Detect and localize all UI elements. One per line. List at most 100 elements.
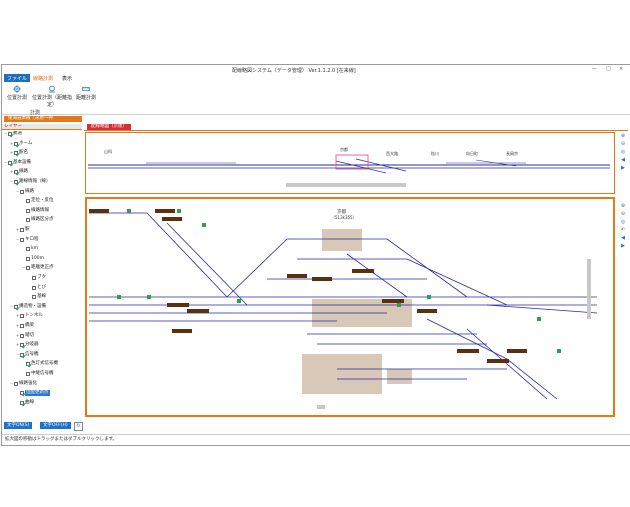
layer-checkbox[interactable] [14,304,18,309]
layer-tree-item[interactable]: 曲線 [16,400,34,406]
layer-checkbox[interactable] [20,333,24,338]
layer-checkbox[interactable] [20,228,24,232]
tab-line-main[interactable]: 東海道本線［米原～神 [4,116,82,122]
menu-file[interactable]: ファイル [4,74,31,82]
detail-vscroll[interactable] [587,259,591,319]
layer-label: 中継信号機 [31,371,54,376]
layer-checkbox[interactable] [8,132,12,136]
layer-tree-item[interactable]: + トンネル [16,313,43,319]
menu-view[interactable]: 表示 [59,75,75,82]
layer-label: 色灯式信号機 [31,361,58,367]
layer-tree-item[interactable]: ブク [28,275,46,281]
layer-label: 構造物・設備 [19,303,46,309]
layer-checkbox[interactable] [20,343,24,348]
detail-hscroll[interactable] [317,405,325,409]
layer-checkbox[interactable] [20,189,24,194]
layer-checkbox[interactable] [20,391,24,396]
layer-tree-item[interactable]: km [22,246,38,252]
minimize-button[interactable]: — [592,66,597,72]
layer-tree-item[interactable]: + 駅名 [10,150,28,156]
layer-tree-item[interactable]: 基線 [28,294,46,300]
layer-label: 線路強化 [19,380,37,386]
layer-checkbox[interactable] [14,170,18,175]
layer-tree-item[interactable]: − 基本設備 [4,160,31,166]
layer-checkbox[interactable] [20,237,24,242]
layer-checkbox[interactable] [26,247,30,252]
app-window: 配線略図システム（データ管理） Ver.1.1.2.0 [在来線] — □ × … [1,64,630,446]
fit-icon[interactable]: ◎ [620,149,627,156]
layer-tree: − 軌道 + ホーム + 駅名 − 基本設備 + 線路 − 路線情報（線） − 線路定位・反位線路情報線路… [2,131,82,421]
zoom-out-icon[interactable]: ⊖ [620,141,627,148]
layer-tree-item[interactable]: とび [28,285,46,291]
text-on-button[interactable]: 文字ON(S) [4,422,33,429]
layer-checkbox[interactable] [20,400,24,405]
refresh-icon[interactable]: ↻ [74,422,83,431]
layer-checkbox[interactable] [26,199,30,204]
layer-tree-item[interactable]: − 線路 [16,189,34,195]
layer-tree-item[interactable]: − 線路強化 [10,381,37,387]
position-measure-distance-button[interactable]: 位置計測（距離指定） [32,85,72,108]
maximize-button[interactable]: □ [606,66,611,72]
layer-checkbox[interactable] [26,208,30,213]
layer-tree-item[interactable]: + 分岐器 [16,342,39,348]
pan-left-icon[interactable]: ◀ [620,235,627,242]
layer-tree-item[interactable]: − 信号機 [16,352,39,358]
layer-checkbox[interactable] [14,141,18,146]
layer-tree-item[interactable]: + 線路 [10,169,28,175]
layer-tree-item[interactable]: − 路線情報（線） [10,179,51,185]
layer-tree-item[interactable]: − 構造物・設備 [10,304,46,310]
layer-tree-item[interactable]: − 距離更正点 [22,265,54,271]
text-off-button[interactable]: 文字OFF(H) [40,422,71,429]
layer-checkbox[interactable] [14,151,18,156]
layer-panel-header: レイヤー [2,124,82,130]
layer-checkbox[interactable] [20,352,24,357]
fit-icon[interactable]: ◎ [620,219,627,226]
labels-cluster [89,209,527,363]
overview-scrollbar[interactable] [286,183,406,187]
layer-checkbox[interactable] [32,276,36,280]
layer-checkbox[interactable] [14,381,18,386]
zoom-in-icon[interactable]: ⊕ [620,203,627,210]
layer-label: 基本設備 [13,159,31,165]
layer-checkbox[interactable] [20,324,24,328]
back-icon[interactable]: ↶ [620,227,627,234]
pan-right-icon[interactable]: ▶ [620,165,627,172]
layer-tree-item[interactable]: − キロ程 [16,237,39,243]
overview-map[interactable]: 山科 京都 西大路 桂川 向日町 長岡京 [85,132,615,194]
layer-tree-item[interactable]: 線路情報 [22,208,49,214]
zoom-in-icon[interactable]: ⊕ [620,133,627,140]
layer-checkbox[interactable] [26,218,30,223]
layer-checkbox[interactable] [32,285,36,290]
layer-label: 踏切 [25,332,34,338]
pan-left-icon[interactable]: ◀ [620,157,627,164]
detail-map[interactable]: 京都 （513k355） [85,197,615,417]
layer-checkbox[interactable] [26,256,30,261]
layer-tree-item[interactable]: 100m [22,256,44,262]
position-measure-button[interactable]: 位置計測 [4,85,30,101]
layer-tree-item[interactable]: − 軌道 [4,131,22,137]
layer-checkbox[interactable] [8,160,12,165]
layer-checkbox[interactable] [26,266,30,271]
platform-area [302,354,382,394]
layer-tree-item[interactable]: + ホーム [10,141,32,147]
layer-checkbox[interactable] [20,314,24,319]
layer-label: 駅名 [19,150,28,156]
layer-tree-item[interactable]: 位配更新点 [16,390,50,397]
layer-checkbox[interactable] [26,362,30,367]
distance-measure-button[interactable]: 距離計測 [74,85,98,101]
layer-tree-item[interactable]: 線路区分点 [22,217,54,223]
layer-tree-item[interactable]: 中継信号機 [22,371,54,377]
layer-checkbox[interactable] [32,295,36,300]
layer-tree-item[interactable]: + 駅 [16,227,30,233]
layer-checkbox[interactable] [26,372,30,376]
detail-toolbar: ⊕ ⊖ ◎ ↶ ◀ ▶ [618,202,628,251]
close-button[interactable]: × [619,66,623,72]
layer-tree-item[interactable]: 定位・反位 [22,198,54,204]
layer-tree-item[interactable]: + 橋梁 [16,323,34,329]
layer-tree-item[interactable]: + 踏切 [16,333,34,339]
layer-checkbox[interactable] [14,180,18,184]
zoom-out-icon[interactable]: ⊖ [620,211,627,218]
layer-tree-item[interactable]: 色灯式信号機 [22,361,58,367]
pan-right-icon[interactable]: ▶ [620,243,627,250]
layer-label: 駅 [25,227,30,232]
